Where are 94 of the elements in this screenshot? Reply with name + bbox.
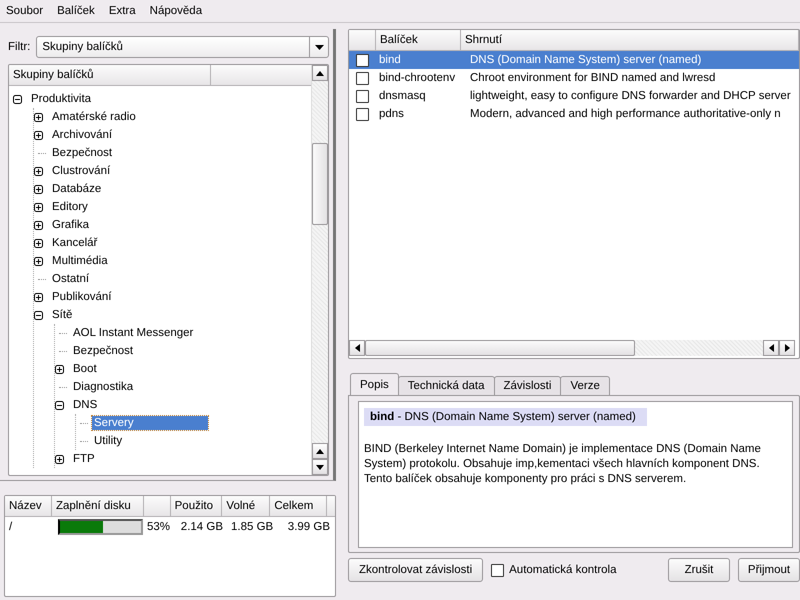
cancel-button[interactable]: Zrušit [668, 558, 730, 582]
tab[interactable]: Závislosti [494, 376, 562, 395]
expand-icon[interactable] [34, 238, 43, 248]
check-dependencies-button[interactable]: Zkontrolovat závislosti [348, 558, 484, 582]
left-arrow-icon [354, 344, 360, 352]
filter-label: Filtr: [8, 41, 30, 53]
expand-icon[interactable] [55, 454, 64, 464]
column-header[interactable]: Název [5, 496, 52, 516]
tree-item[interactable]: Clustrování [50, 164, 112, 178]
tree-item[interactable]: Boot [71, 362, 99, 376]
scroll-up-button[interactable] [312, 65, 328, 81]
tree-item[interactable]: Amatérské radio [50, 110, 138, 124]
table-cell-text: dnsmasq [378, 90, 427, 102]
expand-icon[interactable] [34, 292, 43, 302]
checkbox[interactable] [356, 54, 369, 66]
column-header[interactable]: Použito [170, 496, 222, 516]
menu-item[interactable]: Balíček [57, 3, 95, 19]
table-cell-text: DNS (Domain Name System) server (named) [469, 54, 702, 66]
tree-item[interactable]: Grafika [50, 218, 92, 232]
tab[interactable]: Technická data [398, 376, 494, 395]
expand-icon[interactable] [34, 166, 43, 176]
right-arrow-icon [784, 344, 790, 352]
up-arrow-icon [316, 70, 324, 76]
expand-icon[interactable] [34, 256, 43, 266]
menu-item[interactable]: Nápověda [150, 3, 202, 19]
table-cell-text: lightweight, easy to configure DNS forwarder and DHCP server [469, 90, 792, 102]
expand-icon[interactable] [34, 130, 43, 140]
tree-item[interactable]: Servery [92, 416, 208, 430]
checkbox[interactable] [356, 72, 369, 84]
tree-item[interactable]: FTP [71, 452, 97, 466]
table-cell-text: 1.85 GB [230, 521, 274, 533]
filter-dropdown[interactable]: Skupiny balíčků [36, 36, 329, 58]
checkbox[interactable] [491, 564, 504, 576]
table-cell-text: Chroot environment for BIND named and lwresd [469, 72, 716, 84]
collapse-icon[interactable] [55, 400, 64, 410]
up-arrow-icon [316, 448, 324, 454]
scroll-right-button[interactable] [779, 340, 795, 356]
tree-item[interactable]: Publikování [50, 290, 114, 304]
table-cell-text: 2.14 GB [180, 521, 224, 533]
tree-item[interactable]: Diagnostika [71, 380, 136, 394]
scroll-left-button[interactable] [763, 340, 779, 356]
down-arrow-icon [316, 464, 324, 470]
scroll-down-button[interactable] [312, 459, 328, 475]
column-header[interactable]: Balíček [376, 30, 461, 50]
scroll-up-button[interactable] [312, 443, 328, 459]
scroll-left-button[interactable] [349, 340, 365, 356]
selected-row[interactable]: bind DNS (Domain Name System) server (named) [349, 51, 799, 69]
description-heading: bind - DNS (Domain Name System) server (named) [364, 408, 647, 426]
scrollbar-thumb[interactable] [365, 340, 635, 356]
description-text: BIND (Berkeley Internet Name Domain) je implementace DNS (Domain Name System) protokolu. Obsahuje imp,kementaci všech hlavních komponent DNS. Tento balíček obsahuje komponenty pro práci s DNS serverem. [364, 442, 762, 487]
column-header[interactable]: Celkem [270, 496, 327, 516]
checkbox-label[interactable]: Automatická kontrola [509, 564, 617, 576]
table-cell-text: 53% [147, 521, 172, 533]
collapse-icon[interactable] [34, 310, 43, 320]
tree-item[interactable]: Databáze [50, 182, 104, 196]
expand-icon[interactable] [34, 184, 43, 194]
column-header[interactable]: Shrnutí [461, 30, 799, 50]
scrollbar[interactable] [349, 340, 795, 356]
expand-icon[interactable] [34, 112, 43, 122]
tree-item[interactable]: Kancelář [50, 236, 100, 250]
collapse-icon[interactable] [13, 94, 22, 104]
tree-item[interactable]: DNS [71, 398, 100, 412]
table-cell-text: 3.99 GB [286, 521, 331, 533]
scrollbar[interactable] [311, 65, 328, 475]
expand-icon[interactable] [34, 220, 43, 230]
checkbox[interactable] [356, 90, 369, 102]
tree-item[interactable]: Bezpečnost [71, 344, 136, 358]
checkbox[interactable] [356, 108, 369, 120]
tree-item[interactable]: Utility [92, 434, 124, 448]
tree-item[interactable]: Multimédia [50, 254, 110, 268]
tree-item[interactable]: Bezpečnost [50, 146, 114, 160]
menu-item[interactable]: Soubor [6, 3, 44, 19]
left-arrow-icon [768, 344, 774, 352]
column-header[interactable]: Volné [222, 496, 270, 516]
table-cell-text: / [8, 521, 14, 533]
column-header[interactable]: Zaplnění disku [52, 496, 144, 516]
scrollbar-thumb[interactable] [312, 143, 328, 225]
tree-item[interactable]: Archivování [50, 128, 114, 142]
tab[interactable]: Verze [560, 376, 610, 395]
table-cell-text: pdns [378, 108, 405, 120]
tree-item[interactable]: AOL Instant Messenger [71, 326, 196, 340]
tree-item[interactable]: Editory [50, 200, 90, 214]
expand-icon[interactable] [34, 202, 43, 212]
table-cell-text: bind-chrootenv [378, 72, 456, 84]
table-cell-text: Modern, advanced and high performance authoritative-only n [469, 108, 782, 120]
menu-item[interactable]: Extra [108, 3, 136, 19]
tree-item[interactable]: Ostatní [50, 272, 92, 286]
dropdown-arrow-icon [314, 44, 324, 50]
expand-icon[interactable] [55, 364, 64, 374]
tab[interactable]: Popis [350, 373, 399, 395]
tree-item[interactable]: Produktivita [29, 92, 94, 106]
accept-button[interactable]: Přijmout [738, 558, 800, 582]
table-cell-text: bind [378, 54, 402, 66]
tree-item[interactable]: Sítě [50, 308, 74, 322]
